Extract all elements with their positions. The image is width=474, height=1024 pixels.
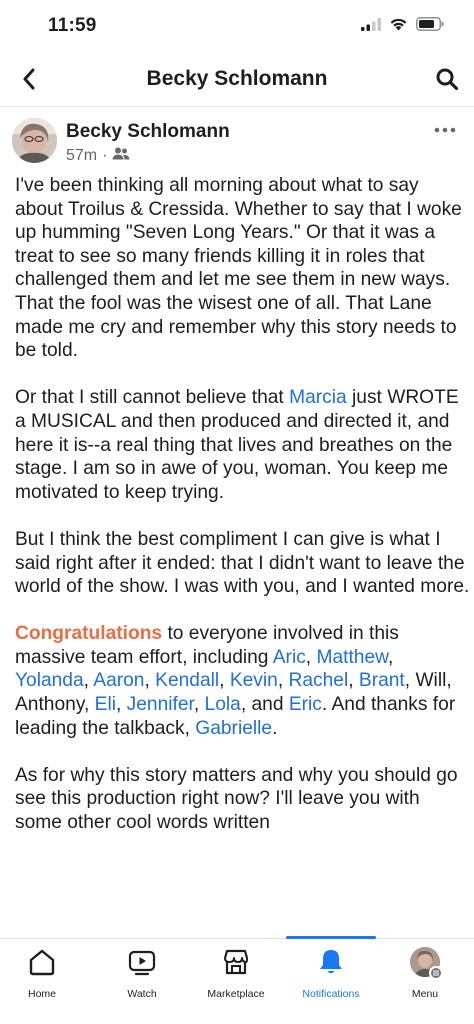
post-text: As for why this story matters and why yo… bbox=[15, 764, 458, 834]
search-button[interactable] bbox=[432, 64, 462, 94]
watch-icon bbox=[125, 945, 159, 979]
post-header: Becky Schlomann 57m · bbox=[0, 116, 474, 172]
post-text: . bbox=[272, 717, 278, 739]
post-paragraph: Congratulations to everyone involved in … bbox=[15, 622, 471, 740]
tagged-user-link[interactable]: Brant bbox=[359, 670, 405, 691]
author-name[interactable]: Becky Schlomann bbox=[66, 121, 230, 143]
tab-marketplace[interactable]: Marketplace bbox=[191, 945, 281, 1005]
post-text: , bbox=[144, 670, 156, 692]
tagged-user-link[interactable]: Matthew bbox=[316, 647, 387, 668]
post-paragraph: As for why this story matters and why yo… bbox=[15, 764, 471, 835]
tab-label: Marketplace bbox=[207, 988, 265, 1000]
nav-divider bbox=[0, 106, 474, 107]
ellipsis-icon bbox=[434, 127, 456, 133]
post-text: , bbox=[348, 670, 359, 692]
home-icon bbox=[25, 945, 59, 979]
tagged-user-link[interactable]: Lola bbox=[205, 694, 241, 715]
page-title: Becky Schlomann bbox=[146, 67, 328, 90]
tagged-user-link[interactable]: Kendall bbox=[155, 670, 219, 691]
post-text: , bbox=[83, 670, 94, 692]
tab-label: Home bbox=[27, 988, 56, 1000]
battery-icon bbox=[416, 17, 444, 36]
tagged-user-link[interactable]: Yolanda bbox=[15, 670, 84, 691]
post-time[interactable]: 57m bbox=[66, 147, 97, 165]
bell-icon bbox=[314, 945, 348, 979]
tagged-user-link[interactable]: Eli bbox=[95, 694, 116, 715]
post-body: I've been thinking all morning about wha… bbox=[15, 174, 471, 858]
cellular-signal-icon bbox=[361, 17, 381, 36]
marketplace-icon bbox=[219, 945, 253, 979]
post-paragraph: I've been thinking all morning about wha… bbox=[15, 174, 471, 363]
tab-label: Notifications bbox=[302, 988, 360, 1000]
bottom-tab-bar: Home Watch Marketplace Notifications Men… bbox=[0, 936, 474, 1024]
post-paragraph: But I think the best compliment I can gi… bbox=[15, 528, 471, 599]
tagged-user-link[interactable]: Rachel bbox=[289, 670, 349, 691]
search-icon bbox=[436, 68, 459, 91]
post-meta: 57m · bbox=[66, 147, 130, 165]
post-text: , bbox=[219, 670, 230, 692]
avatar[interactable] bbox=[12, 118, 57, 163]
post-text: , bbox=[305, 646, 317, 668]
scroll-fade bbox=[0, 880, 474, 940]
post-paragraph: Or that I still cannot believe that Marc… bbox=[15, 386, 471, 504]
active-tab-indicator bbox=[286, 936, 376, 939]
tagged-user-link[interactable]: Gabrielle bbox=[195, 718, 272, 739]
tab-notifications[interactable]: Notifications bbox=[286, 945, 376, 1005]
tagged-user-link[interactable]: Aric bbox=[273, 647, 306, 668]
congratulations-highlight[interactable]: Congratulations bbox=[15, 623, 162, 644]
meta-separator: · bbox=[102, 147, 108, 164]
menu-badge bbox=[429, 966, 443, 980]
post-text: I've been thinking all morning about wha… bbox=[15, 175, 462, 362]
status-bar: 11:59 bbox=[0, 0, 474, 54]
tagged-user-link[interactable]: Jennifer bbox=[127, 694, 194, 715]
tab-watch[interactable]: Watch bbox=[97, 945, 187, 1005]
post-text: Or that I still cannot believe that bbox=[15, 387, 290, 409]
nav-bar: Becky Schlomann bbox=[0, 54, 474, 106]
post-text: , bbox=[387, 646, 394, 668]
tagged-user-link[interactable]: Marcia bbox=[289, 387, 347, 408]
tab-home[interactable]: Home bbox=[0, 945, 87, 1005]
post-text: , bbox=[277, 670, 289, 692]
menu-avatar-icon bbox=[410, 947, 443, 980]
tab-label: Watch bbox=[127, 988, 157, 1000]
status-icons bbox=[361, 17, 444, 36]
status-time: 11:59 bbox=[48, 15, 97, 36]
friends-audience-icon[interactable] bbox=[112, 147, 130, 165]
tab-menu[interactable]: Menu bbox=[380, 945, 470, 1005]
post-text: , and bbox=[240, 694, 289, 716]
tagged-user-link[interactable]: Eric bbox=[289, 694, 322, 715]
tab-label: Menu bbox=[411, 988, 439, 1000]
wifi-icon bbox=[389, 17, 408, 36]
tagged-user-link[interactable]: Aaron bbox=[93, 670, 144, 691]
post-text: But I think the best compliment I can gi… bbox=[15, 528, 470, 598]
post-text: , bbox=[193, 694, 205, 716]
more-options-button[interactable] bbox=[430, 122, 460, 138]
post-text: , bbox=[115, 694, 127, 716]
tagged-user-link[interactable]: Kevin bbox=[230, 670, 278, 691]
